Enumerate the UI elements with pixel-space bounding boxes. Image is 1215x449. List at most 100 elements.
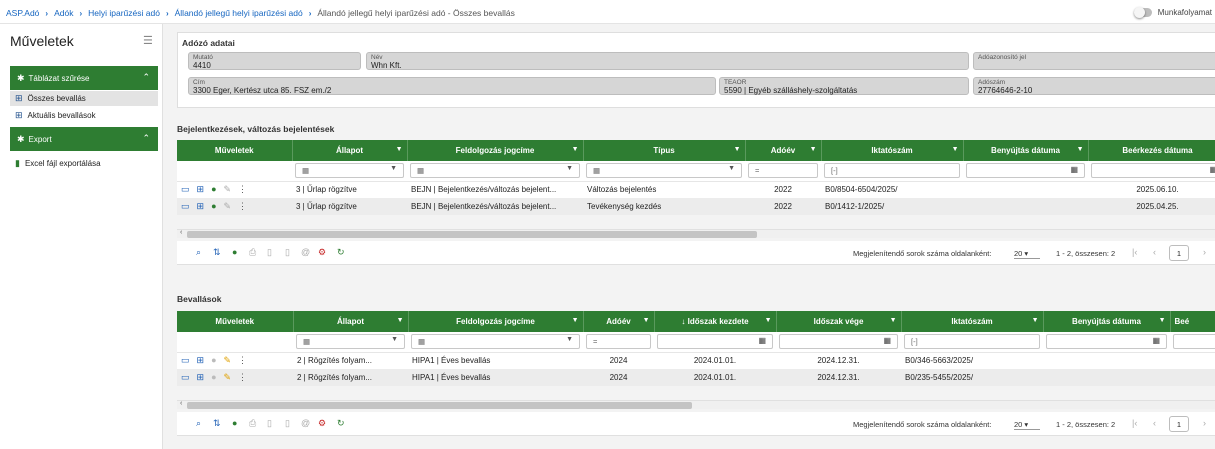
edit-icon[interactable]: ✎ — [224, 184, 232, 195]
filter-icon[interactable]: ▼ — [1032, 317, 1039, 324]
document-icon[interactable]: ▯ — [267, 418, 272, 429]
filter-icon[interactable]: ▼ — [890, 317, 897, 324]
horizontal-scrollbar[interactable]: ‹ — [177, 229, 1215, 238]
column-header-muveletek[interactable]: Műveletek — [177, 311, 294, 332]
monitor-icon[interactable]: ▭ — [181, 184, 190, 195]
filter-dropdown[interactable]: ▦ ▼ — [586, 163, 742, 179]
prev-page-icon[interactable]: ‹ — [1153, 247, 1156, 257]
filter-icon[interactable]: ▼ — [765, 317, 772, 324]
add-icon[interactable]: ● — [211, 355, 216, 365]
filter-input[interactable]: [-] — [904, 334, 1040, 350]
next-page-icon[interactable]: › — [1203, 418, 1206, 428]
more-icon[interactable]: ⋮ — [238, 372, 247, 383]
table-icon[interactable]: ⊞ — [197, 372, 205, 383]
filter-dropdown[interactable]: ▦ ▼ — [295, 163, 404, 179]
calendar-icon[interactable]: ▦ — [883, 336, 891, 345]
swap-icon[interactable]: ⇅ — [213, 247, 221, 258]
more-icon[interactable]: ⋮ — [238, 184, 247, 195]
refresh-icon[interactable]: ↻ — [337, 418, 345, 429]
filter-icon[interactable]: ▼ — [810, 146, 817, 153]
sidebar-item-excel-export[interactable]: ▮ Excel fájl exportálása — [10, 156, 158, 171]
table-icon[interactable]: ⊞ — [197, 201, 205, 212]
monitor-icon[interactable]: ▭ — [181, 201, 190, 212]
column-header-benyujtas[interactable]: Benyújtás dátuma ▼ — [1043, 311, 1171, 332]
scroll-left-icon[interactable]: ‹ — [180, 400, 182, 407]
scroll-left-icon[interactable]: ‹ — [180, 229, 182, 236]
filter-dropdown[interactable]: ▦ ▼ — [411, 334, 580, 350]
table-icon[interactable]: ⊞ — [197, 355, 205, 366]
search-icon[interactable]: ⌕ — [196, 247, 201, 258]
filter-icon[interactable]: ▼ — [1159, 317, 1166, 324]
search-icon[interactable]: ⌕ — [196, 418, 201, 429]
page-number-input[interactable]: 1 — [1169, 416, 1189, 432]
column-header-idoszak-vege[interactable]: Időszak vége ▼ — [776, 311, 902, 332]
document-icon[interactable]: ▯ — [285, 418, 290, 429]
column-header-beerkezes[interactable]: Beérkezés dátuma▼ — [1088, 140, 1215, 161]
page-size-select[interactable]: 20 ▾ — [1014, 420, 1040, 430]
column-header-adoev[interactable]: Adóév ▼ — [745, 140, 822, 161]
filter-icon[interactable]: ▼ — [734, 146, 741, 153]
first-page-icon[interactable]: |‹ — [1132, 418, 1137, 428]
date-filter[interactable]: ▦ — [657, 334, 773, 350]
filter-dropdown[interactable]: ▦ ▼ — [296, 334, 405, 350]
edit-icon[interactable]: ✎ — [224, 201, 232, 212]
next-page-icon[interactable]: › — [1203, 247, 1206, 257]
filter-input[interactable]: = — [748, 163, 818, 179]
scrollbar-thumb[interactable] — [187, 402, 692, 409]
column-header-adoev[interactable]: Adóév ▼ — [583, 311, 655, 332]
breadcrumb-item-asp-ado[interactable]: ASP.Adó — [6, 8, 39, 18]
print-icon[interactable]: ⎙ — [249, 247, 256, 258]
edit-warning-icon[interactable]: ✎ — [224, 355, 232, 366]
column-header-iktatoszam[interactable]: Iktatószám ▼ — [901, 311, 1044, 332]
filter-dropdown[interactable]: ▦ ▼ — [410, 163, 580, 179]
monitor-icon[interactable]: ▭ — [181, 372, 190, 383]
calendar-icon[interactable]: ▦ — [758, 336, 766, 345]
add-icon[interactable]: ● — [211, 201, 216, 211]
breadcrumb-item-allando-jellegu[interactable]: Állandó jellegű helyi iparűzési adó — [175, 8, 303, 18]
date-filter[interactable] — [1173, 334, 1215, 350]
breadcrumb-item-helyi-iparuzesi-ado[interactable]: Helyi iparűzési adó — [88, 8, 160, 18]
date-filter[interactable]: ▦ — [1091, 163, 1215, 179]
filter-icon[interactable]: ▼ — [396, 146, 403, 153]
filter-icon[interactable]: ▼ — [572, 146, 579, 153]
calendar-icon[interactable]: ▦ — [1209, 165, 1215, 174]
filter-icon[interactable]: ▼ — [1077, 146, 1084, 153]
column-header-benyujtas[interactable]: Benyújtás dátuma ▼ — [963, 140, 1089, 161]
date-filter[interactable]: ▦ — [1046, 334, 1167, 350]
scrollbar-thumb[interactable] — [187, 231, 757, 238]
sidebar-section-filter[interactable]: ✱ Táblázat szűrése ⌃ — [10, 66, 158, 90]
column-header-beerkezes[interactable]: Beé — [1170, 311, 1215, 332]
swap-icon[interactable]: ⇅ — [213, 418, 221, 429]
filter-input[interactable]: [-] — [824, 163, 960, 179]
menu-icon[interactable]: ☰ — [143, 34, 153, 47]
more-icon[interactable]: ⋮ — [238, 355, 247, 366]
monitor-icon[interactable]: ▭ — [181, 355, 190, 366]
add-icon[interactable]: ● — [232, 418, 237, 428]
toggle-switch-icon[interactable] — [1133, 7, 1152, 18]
horizontal-scrollbar[interactable]: ‹ — [177, 400, 1215, 409]
add-icon[interactable]: ● — [232, 247, 237, 257]
prev-page-icon[interactable]: ‹ — [1153, 418, 1156, 428]
page-size-select[interactable]: 20 ▾ — [1014, 249, 1040, 259]
column-header-jogcim[interactable]: Feldolgozás jogcíme ▼ — [408, 311, 584, 332]
page-number-input[interactable]: 1 — [1169, 245, 1189, 261]
filter-icon[interactable]: ▼ — [572, 317, 579, 324]
sidebar-section-export[interactable]: ✱ Export ⌃ — [10, 127, 158, 151]
sidebar-item-osszes-bevallas[interactable]: ⊞ Összes bevallás — [10, 91, 158, 106]
table-row[interactable]: ▭ ⊞ ● ✎ ⋮ 3 | Űrlap rögzítve BEJN | Bejelent… — [177, 198, 1215, 215]
filter-icon[interactable]: ▼ — [952, 146, 959, 153]
column-header-tipus[interactable]: Típus ▼ — [583, 140, 746, 161]
sidebar-item-aktualis-bevallasok[interactable]: ⊞ Aktuális bevallások — [10, 108, 158, 123]
calendar-icon[interactable]: ▦ — [1070, 165, 1078, 174]
add-icon[interactable]: ● — [211, 184, 216, 194]
settings-icon[interactable]: ⚙ — [318, 247, 326, 258]
column-header-iktatoszam[interactable]: Iktatószám ▼ — [821, 140, 964, 161]
table-row[interactable]: ▭ ⊞ ● ✎ ⋮ 2 | Rögzítés folyam... HIPA1 | Éve… — [177, 352, 1215, 369]
edit-warning-icon[interactable]: ✎ — [224, 372, 232, 383]
at-icon[interactable]: @ — [301, 418, 310, 428]
calendar-icon[interactable]: ▦ — [1152, 336, 1160, 345]
more-icon[interactable]: ⋮ — [238, 201, 247, 212]
breadcrumb-item-adok[interactable]: Adók — [54, 8, 73, 18]
settings-icon[interactable]: ⚙ — [318, 418, 326, 429]
column-header-allapot[interactable]: Állapot ▼ — [292, 140, 408, 161]
